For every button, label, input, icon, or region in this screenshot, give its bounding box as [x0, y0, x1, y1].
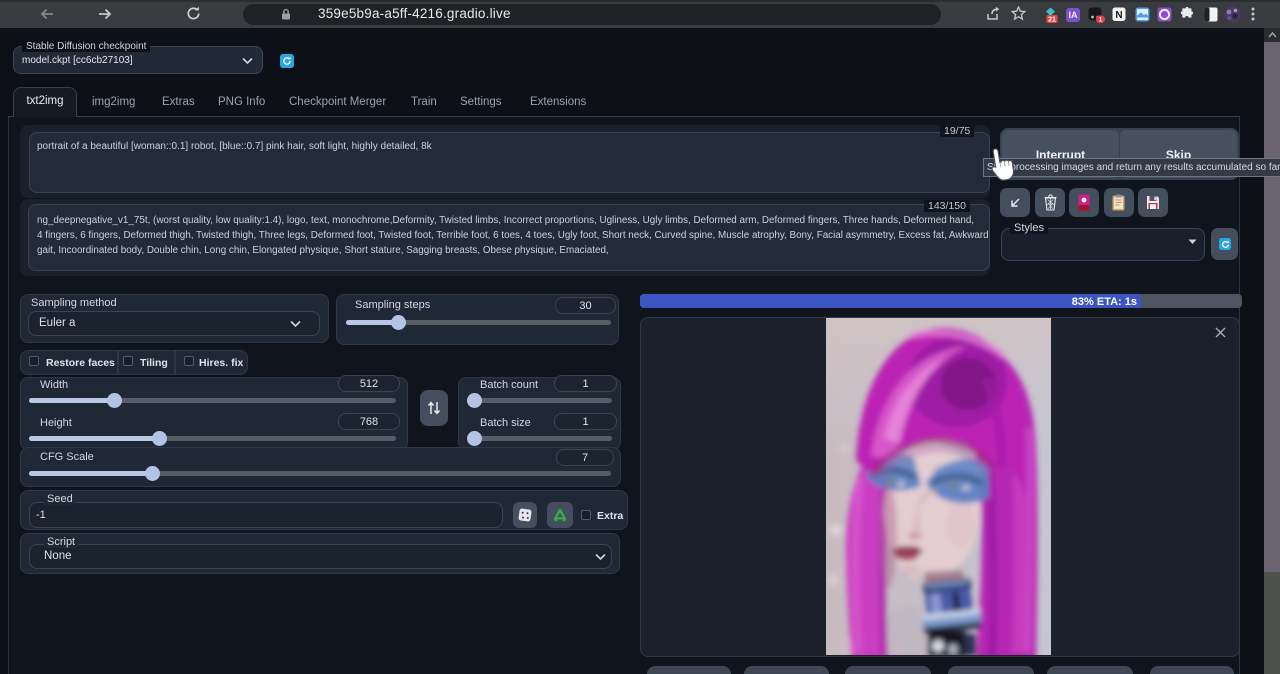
- svg-text:N: N: [1115, 10, 1122, 21]
- svg-text:21: 21: [1048, 17, 1056, 24]
- svg-text:1: 1: [1099, 17, 1103, 23]
